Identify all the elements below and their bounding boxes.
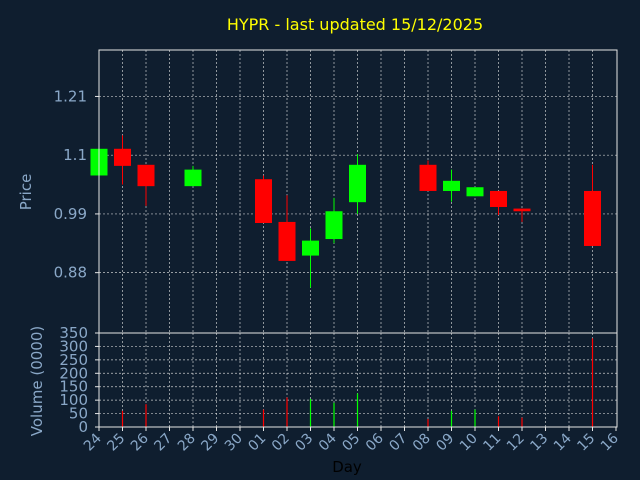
candle-down xyxy=(278,221,296,261)
price-panel: 1.21 1.1 0.99 0.88 xyxy=(54,49,618,334)
x-tick-label: 03 xyxy=(292,431,316,455)
candle-down xyxy=(114,148,131,166)
x-tick-label: 06 xyxy=(363,430,387,454)
candle-down xyxy=(490,190,507,207)
x-axis-label: Day xyxy=(332,458,362,476)
price-tick-label: 1.21 xyxy=(54,87,87,105)
price-tick-label: 1.1 xyxy=(63,146,87,164)
x-tick-label: 11 xyxy=(480,431,504,455)
candle-down xyxy=(255,179,272,224)
candle-down xyxy=(137,164,155,187)
x-tick-label: 10 xyxy=(457,431,481,455)
stock-chart: HYPR - last updated 15/12/2025 1.21 1.1 0.… xyxy=(17,15,622,476)
volume-panel: 35030025020015010050024 25 26 27 28 29 30 01 02 0… xyxy=(59,324,622,454)
candle-up xyxy=(443,180,460,191)
chart-container: HYPR - last updated 15/12/2025 1.21 1.1 0.… xyxy=(0,0,640,480)
x-tick-label: 13 xyxy=(527,431,551,455)
price-tick-label: 0.99 xyxy=(54,205,87,223)
x-tick-label: 15 xyxy=(574,431,598,455)
x-tick-label: 07 xyxy=(386,431,410,455)
price-tick-label: 0.88 xyxy=(54,264,87,282)
chart-title: HYPR - last updated 15/12/2025 xyxy=(227,15,483,34)
candle-up xyxy=(349,164,366,203)
candle-up xyxy=(302,240,319,256)
x-tick-label: 29 xyxy=(198,431,222,455)
x-tick-label: 04 xyxy=(316,430,340,454)
candle-down xyxy=(419,164,437,191)
candle-down xyxy=(584,190,601,246)
x-tick-label: 08 xyxy=(410,431,434,455)
x-tick-label: 14 xyxy=(551,430,575,454)
x-tick-label: 02 xyxy=(269,431,293,455)
volume-tick-label: 0 xyxy=(78,418,88,436)
x-tick-label: 30 xyxy=(222,431,246,455)
x-tick-label: 12 xyxy=(504,431,528,455)
candle-up xyxy=(466,187,484,197)
price-axis-label: Price xyxy=(17,174,35,211)
candle-up xyxy=(325,211,343,240)
x-tick-label: 05 xyxy=(339,431,363,455)
candle-up xyxy=(184,169,202,187)
x-tick-label: 26 xyxy=(128,430,152,454)
volume-axis-label: Volume (0000) xyxy=(28,326,46,436)
candle-down xyxy=(513,208,531,212)
x-tick-label: 27 xyxy=(151,431,175,455)
x-tick-label: 16 xyxy=(598,430,622,454)
x-tick-label: 28 xyxy=(175,431,199,455)
x-tick-label: 25 xyxy=(104,431,128,455)
x-tick-label: 09 xyxy=(433,431,457,455)
x-tick-label: 01 xyxy=(245,431,269,455)
